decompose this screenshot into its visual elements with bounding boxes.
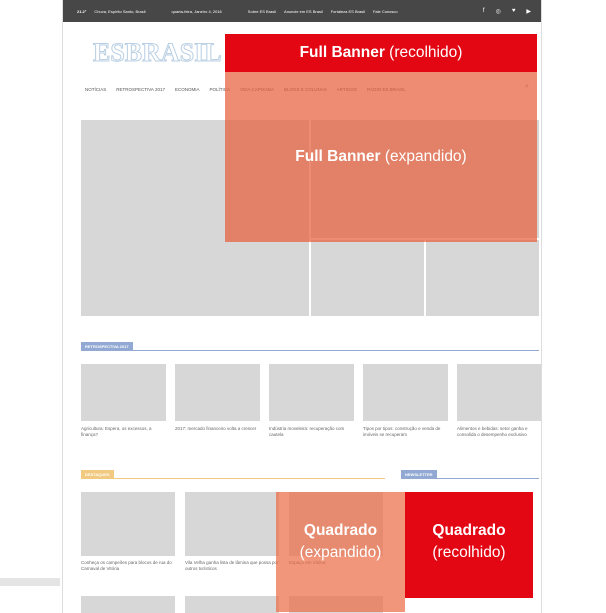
thumbnail[interactable] [457, 364, 541, 421]
top-bar: 21.2° Chuva, Espírito Santo, Brasil quar… [63, 0, 541, 22]
top-link-advertise[interactable]: Anuncie em ES Brasil [284, 9, 323, 14]
square-collapsed-title: Quadrado [432, 522, 506, 539]
list-item[interactable]: Indústria moveleira: recuperação com cau… [269, 364, 354, 438]
thumbnail[interactable] [185, 596, 279, 613]
article-title[interactable]: Agricultura: Espera, os excessos, a fina… [81, 426, 166, 438]
left-edge-strip [0, 578, 60, 586]
hero-side-image-bottom-left[interactable] [311, 240, 424, 316]
thumbnail[interactable] [185, 492, 279, 556]
list-item[interactable]: Tipos por tipos: construção e venda de i… [363, 364, 448, 438]
thumbnail[interactable] [81, 492, 175, 556]
site-logo[interactable]: ESBRASIL [93, 38, 223, 68]
youtube-icon[interactable]: ▶ [526, 8, 531, 15]
article-title[interactable]: Vila Velha ganha lista de lâmina que pos… [185, 560, 279, 572]
full-banner-collapsed-state: (recolhido) [389, 44, 463, 61]
full-banner-collapsed-area: Full Banner (recolhido) [225, 34, 537, 72]
full-banner-expanded-area: Full Banner (expandido) [225, 72, 537, 242]
thumbnail[interactable] [175, 364, 260, 421]
list-item[interactable]: Conheça os campeões para blocos de rua d… [81, 492, 175, 572]
current-date: quarta-feira, Janeiro 4, 2016 [171, 8, 222, 14]
square-expanded-area: Quadrado (expandido) [276, 492, 405, 612]
thumbnail[interactable] [269, 364, 354, 421]
top-link-fortaleza[interactable]: Fortaleza ES Brasil [331, 9, 365, 14]
square-expanded-state: (expandido) [299, 544, 382, 561]
section-divider [81, 350, 539, 351]
full-banner-expanded-state: (expandido) [384, 148, 467, 165]
thumbnail[interactable] [363, 364, 448, 421]
full-banner-collapsed-title: Full Banner [299, 44, 385, 61]
list-item[interactable]: Alimentos e bebidas: setor ganha e conso… [457, 364, 541, 438]
article-title[interactable]: 2017: mercado financeiro volta a crescer [175, 426, 260, 432]
nav-item-retrospectiva[interactable]: RETROSPECTIVA 2017 [116, 87, 165, 92]
list-item[interactable]: Agricultura: Espera, os excessos, a fina… [81, 364, 166, 438]
hero-side-image-bottom-right[interactable] [426, 240, 539, 316]
article-title[interactable]: Tipos por tipos: construção e venda de i… [363, 426, 448, 438]
article-title[interactable]: Indústria moveleira: recuperação com cau… [269, 426, 354, 438]
nav-item-economia[interactable]: ECONOMIA [175, 87, 200, 92]
list-item[interactable]: Vila Velha ganha lista de lâmina que pos… [185, 492, 279, 572]
thumbnail[interactable] [81, 596, 175, 613]
instagram-icon[interactable]: ◎ [496, 8, 501, 15]
top-link-contact[interactable]: Fale Conosco [373, 9, 398, 14]
article-title[interactable]: Conheça os campeões para blocos de rua d… [81, 560, 175, 572]
facebook-icon[interactable]: f [483, 8, 485, 14]
social-links: f ◎ ♥ ▶ [483, 0, 531, 22]
full-banner-expanded-title: Full Banner [295, 148, 381, 165]
thumbnail[interactable] [81, 364, 166, 421]
article-title[interactable]: Alimentos e bebidas: setor ganha e conso… [457, 426, 541, 438]
section-divider [81, 478, 385, 479]
retro-list: Agricultura: Espera, os excessos, a fina… [81, 364, 541, 438]
list-item[interactable]: 2017: mercado financeiro volta a crescer [175, 364, 260, 438]
square-collapsed-area: Quadrado (recolhido) [405, 492, 533, 598]
twitter-icon[interactable]: ♥ [512, 8, 516, 14]
nav-item-noticias[interactable]: NOTÍCIAS [85, 87, 106, 92]
section-divider [401, 478, 539, 479]
top-link-about[interactable]: Sobre ES Brasil [248, 9, 276, 14]
square-collapsed-state: (recolhido) [432, 544, 506, 561]
weather-location: Chuva, Espírito Santo, Brasil [94, 8, 146, 14]
weather-temp: 21.2° [77, 8, 87, 14]
square-expanded-title: Quadrado [303, 522, 378, 539]
